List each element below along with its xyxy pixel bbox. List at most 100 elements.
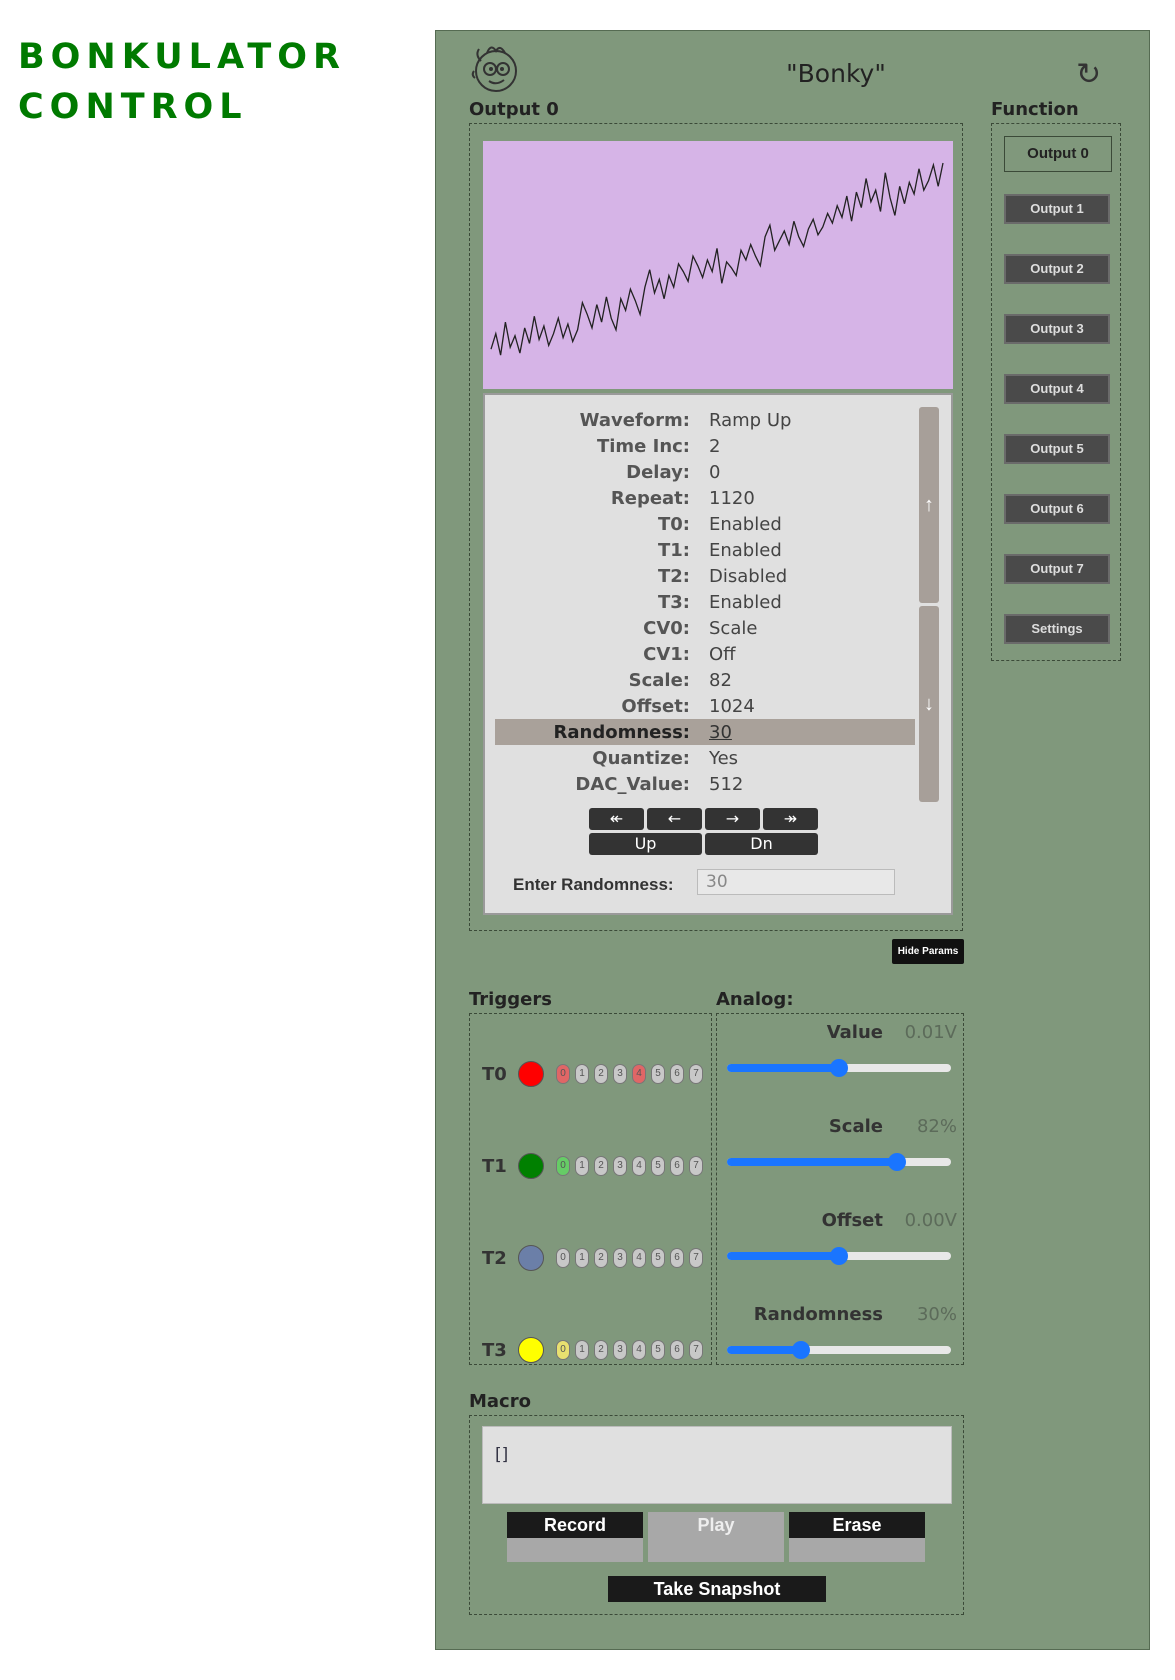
trigger-output-pill[interactable]: 4 — [632, 1340, 646, 1360]
param-key: Quantize: — [592, 748, 690, 769]
trigger-output-pill[interactable]: 3 — [613, 1064, 627, 1084]
trigger-output-pill[interactable]: 7 — [689, 1156, 703, 1176]
trigger-output-pill[interactable]: 1 — [575, 1064, 589, 1084]
param-row[interactable]: Repeat: 1120 — [495, 485, 915, 511]
param-value: Enabled — [709, 540, 782, 561]
param-row[interactable]: Waveform: Ramp Up — [495, 407, 915, 433]
function-output-4-button[interactable]: Output 4 — [1004, 374, 1110, 404]
nav-up-button[interactable]: Up — [589, 833, 702, 855]
nav-first-button[interactable]: ↞ — [589, 808, 644, 830]
trigger-indicator[interactable] — [518, 1245, 544, 1271]
trigger-output-pill[interactable]: 1 — [575, 1340, 589, 1360]
param-row[interactable]: DAC_Value: 512 — [495, 771, 915, 797]
param-row[interactable]: Delay: 0 — [495, 459, 915, 485]
param-row[interactable]: T2: Disabled — [495, 563, 915, 589]
trigger-output-pill[interactable]: 0 — [556, 1064, 570, 1084]
function-output-3-button[interactable]: Output 3 — [1004, 314, 1110, 344]
nav-down-button[interactable]: Dn — [705, 833, 818, 855]
trigger-output-pill[interactable]: 2 — [594, 1064, 608, 1084]
trigger-output-pill[interactable]: 5 — [651, 1064, 665, 1084]
param-value: Off — [709, 644, 736, 665]
function-output-2-button[interactable]: Output 2 — [1004, 254, 1110, 284]
param-row[interactable]: Offset: 1024 — [495, 693, 915, 719]
trigger-output-pill[interactable]: 7 — [689, 1248, 703, 1268]
param-row[interactable]: T3: Enabled — [495, 589, 915, 615]
trigger-output-pill[interactable]: 0 — [556, 1248, 570, 1268]
analog-slider[interactable] — [727, 1341, 951, 1359]
trigger-output-pill[interactable]: 2 — [594, 1340, 608, 1360]
param-value: Yes — [709, 748, 739, 769]
function-output-6-button[interactable]: Output 6 — [1004, 494, 1110, 524]
slider-knob[interactable] — [830, 1059, 848, 1077]
param-row[interactable]: Time Inc: 2 — [495, 433, 915, 459]
trigger-output-pill[interactable]: 3 — [613, 1248, 627, 1268]
trigger-indicator[interactable] — [518, 1337, 544, 1363]
param-row[interactable]: Quantize: Yes — [495, 745, 915, 771]
trigger-output-pill[interactable]: 0 — [556, 1340, 570, 1360]
scroll-down-button[interactable]: ↓ — [919, 606, 939, 802]
enter-randomness-input[interactable] — [697, 869, 895, 895]
slider-knob[interactable] — [791, 1341, 810, 1359]
take-snapshot-button[interactable]: Take Snapshot — [608, 1576, 826, 1602]
trigger-output-pill[interactable]: 5 — [651, 1156, 665, 1176]
trigger-output-pill[interactable]: 1 — [575, 1156, 589, 1176]
trigger-indicator[interactable] — [518, 1061, 544, 1087]
play-button[interactable]: Play — [648, 1512, 784, 1562]
trigger-output-pill[interactable]: 0 — [556, 1156, 570, 1176]
hide-params-button[interactable]: Hide Params — [892, 939, 964, 964]
nav-last-button[interactable]: ↠ — [763, 808, 818, 830]
analog-slider[interactable] — [727, 1153, 951, 1171]
trigger-indicator[interactable] — [518, 1153, 544, 1179]
analog-control-label: Scale — [828, 1116, 883, 1137]
trigger-output-pill[interactable]: 5 — [651, 1248, 665, 1268]
param-row[interactable]: Randomness: 30 — [495, 719, 915, 745]
param-key: Delay: — [626, 462, 690, 483]
function-output-5-button[interactable]: Output 5 — [1004, 434, 1110, 464]
param-row[interactable]: Scale: 82 — [495, 667, 915, 693]
refresh-icon[interactable]: ↻ — [1076, 57, 1101, 92]
trigger-output-pill[interactable]: 6 — [670, 1248, 684, 1268]
trigger-output-pill[interactable]: 4 — [632, 1064, 646, 1084]
trigger-output-pill[interactable]: 7 — [689, 1064, 703, 1084]
trigger-output-pill[interactable]: 4 — [632, 1248, 646, 1268]
bonky-face-logo — [471, 46, 517, 92]
trigger-output-pill[interactable]: 3 — [613, 1156, 627, 1176]
analog-slider[interactable] — [727, 1059, 951, 1077]
params-panel: Waveform: Ramp Up Time Inc: 2 Delay: 0 Repeat:… — [483, 393, 953, 915]
waveform-line — [490, 162, 944, 356]
function-output-0-button[interactable]: Output 0 — [1004, 136, 1112, 172]
record-button[interactable]: Record — [507, 1512, 643, 1538]
param-row[interactable]: T0: Enabled — [495, 511, 915, 537]
nav-prev-button[interactable]: ← — [647, 808, 702, 830]
param-row[interactable]: CV1: Off — [495, 641, 915, 667]
param-key: CV0: — [643, 618, 690, 639]
trigger-output-pill[interactable]: 7 — [689, 1340, 703, 1360]
trigger-label: T2 — [482, 1248, 507, 1269]
trigger-output-pill[interactable]: 6 — [670, 1064, 684, 1084]
analog-control-value: 82% — [916, 1116, 957, 1137]
trigger-output-pill[interactable]: 2 — [594, 1156, 608, 1176]
param-key: T1: — [657, 540, 690, 561]
trigger-output-pill[interactable]: 6 — [670, 1156, 684, 1176]
function-settings-button[interactable]: Settings — [1004, 614, 1110, 644]
erase-button[interactable]: Erase — [789, 1512, 925, 1538]
function-output-7-button[interactable]: Output 7 — [1004, 554, 1110, 584]
param-row[interactable]: T1: Enabled — [495, 537, 915, 563]
nav-next-button[interactable]: → — [705, 808, 760, 830]
slider-fill — [727, 1346, 801, 1354]
trigger-output-pill[interactable]: 4 — [632, 1156, 646, 1176]
macro-textarea[interactable]: [] — [482, 1426, 952, 1504]
trigger-output-pill[interactable]: 5 — [651, 1340, 665, 1360]
slider-knob[interactable] — [888, 1153, 907, 1171]
param-value: Disabled — [709, 566, 788, 587]
analog-control-value: 0.01V — [904, 1022, 957, 1043]
scroll-up-button[interactable]: ↑ — [919, 407, 939, 603]
trigger-output-pill[interactable]: 1 — [575, 1248, 589, 1268]
slider-knob[interactable] — [830, 1247, 848, 1265]
function-output-1-button[interactable]: Output 1 — [1004, 194, 1110, 224]
trigger-output-pill[interactable]: 2 — [594, 1248, 608, 1268]
trigger-output-pill[interactable]: 6 — [670, 1340, 684, 1360]
analog-slider[interactable] — [727, 1247, 951, 1265]
param-row[interactable]: CV0: Scale — [495, 615, 915, 641]
trigger-output-pill[interactable]: 3 — [613, 1340, 627, 1360]
